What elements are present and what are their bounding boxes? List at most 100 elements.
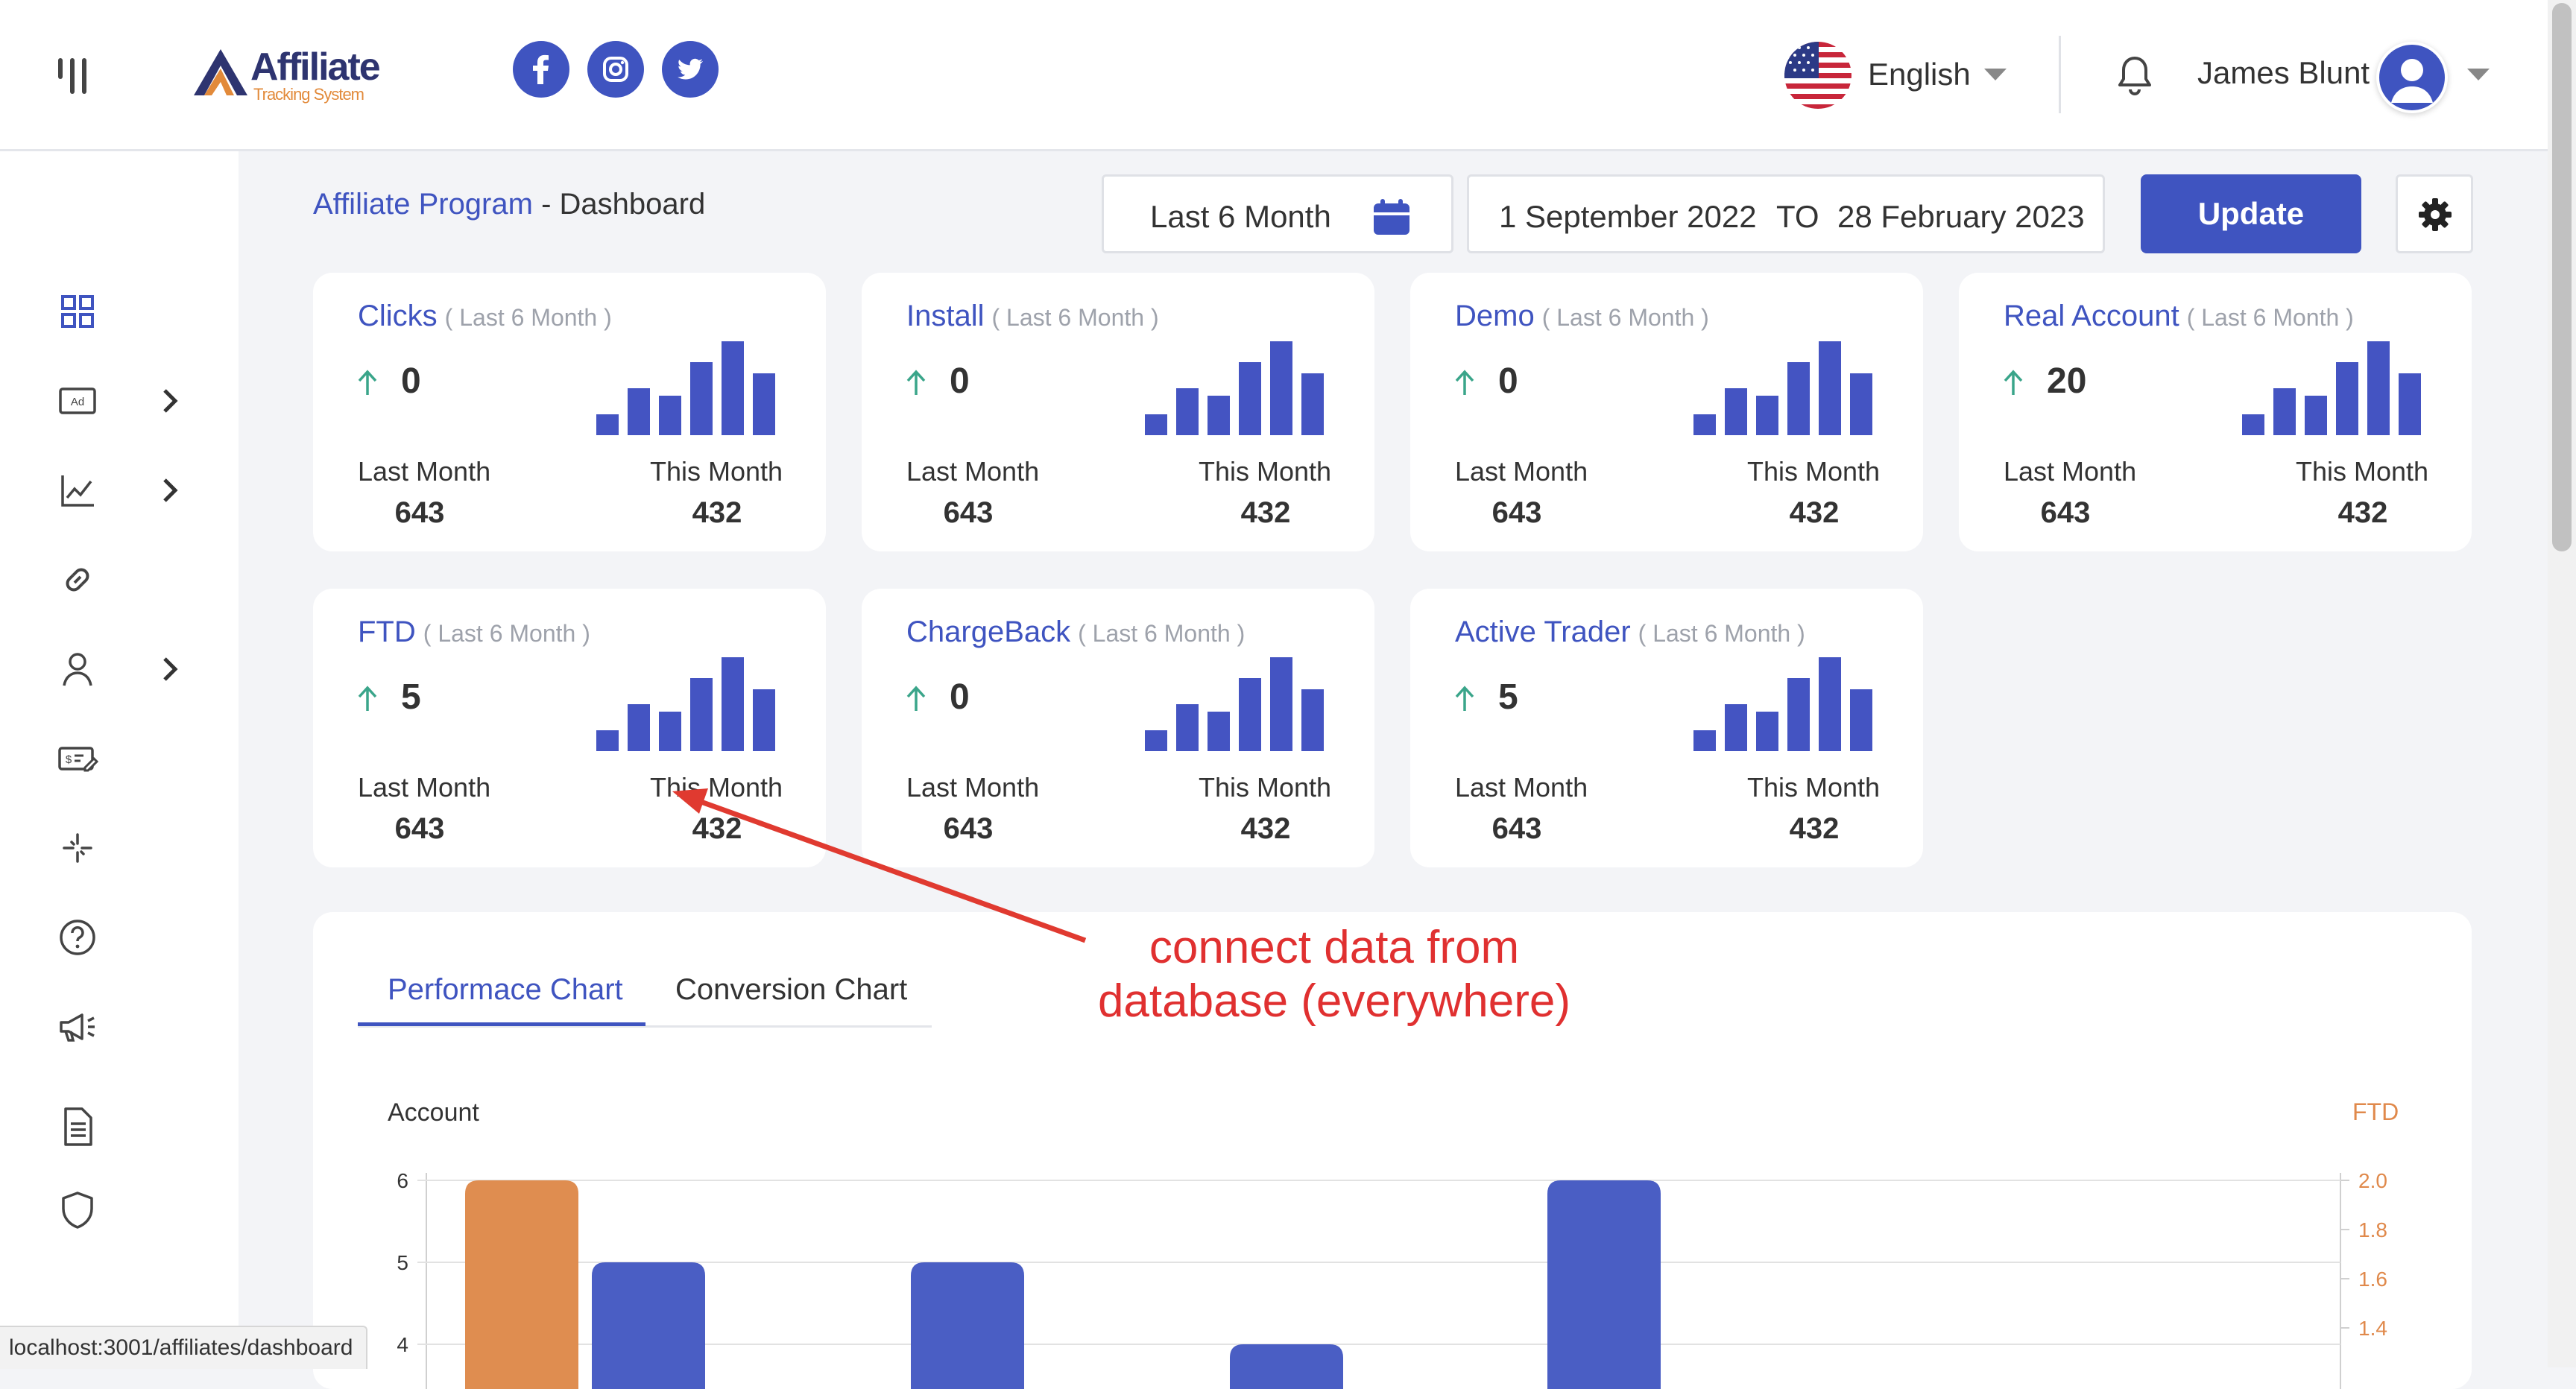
period-label: Last 6 Month (1150, 199, 1331, 234)
sparkline-bar (1787, 362, 1810, 435)
arrow-up-icon (2004, 370, 2023, 395)
sidebar-item-dashboard[interactable] (57, 291, 98, 332)
this-month-label: This Month (650, 456, 783, 487)
account-bar (911, 1262, 1024, 1389)
notification-bell-icon[interactable] (2114, 54, 2156, 98)
sparkline-bar (1301, 689, 1324, 751)
last-month-value: 643 (2040, 496, 2091, 529)
annotation-line-1: connect data from (1149, 922, 1520, 973)
last-month-value: 643 (1491, 496, 1542, 529)
breadcrumb: Affiliate Program - Dashboard (313, 188, 705, 221)
card-title[interactable]: FTD ( Last 6 Month ) (358, 616, 590, 649)
svg-text:Ad: Ad (71, 396, 84, 408)
payment-icon: $ (58, 747, 99, 772)
sidebar-item-documents[interactable] (57, 1106, 98, 1148)
user-name[interactable]: James Blunt (2197, 55, 2370, 91)
last-month-value: 643 (1491, 812, 1542, 845)
user-avatar[interactable] (2376, 42, 2448, 113)
sidebar-item-users[interactable] (57, 648, 98, 690)
last-month-label: Last Month (1455, 456, 1588, 487)
logo-mark-icon (194, 49, 247, 95)
sidebar-item-help[interactable] (57, 917, 98, 958)
sidebar-item-payments[interactable]: $ (57, 738, 99, 779)
card-title[interactable]: Demo( Last 6 Month ) (1455, 300, 1709, 333)
stat-card: Real Account ( Last 6 Month ) 20 Last Month… (1959, 273, 2472, 551)
arrow-up-icon (358, 686, 377, 711)
language-selector[interactable]: English (1784, 42, 2008, 109)
sparkline-bar (1725, 388, 1747, 435)
sparkline-bar (659, 396, 681, 435)
breadcrumb-separator: - (532, 188, 560, 221)
sparkline-bar (1301, 373, 1324, 435)
this-month-label: This Month (2296, 456, 2429, 487)
user-menu-chevron-icon[interactable] (2467, 69, 2490, 80)
card-period: ( Last 6 Month ) (991, 304, 1159, 331)
sparkline-bar (690, 678, 713, 751)
this-month-value: 432 (1240, 812, 1291, 845)
card-title-text: Install (906, 300, 985, 332)
y-tick-label-right: 1.6 (2358, 1268, 2387, 1291)
sparkline-bar (1819, 341, 1841, 435)
sparkline-bar (1693, 414, 1716, 435)
scrollbar-thumb[interactable] (2552, 3, 2572, 551)
date-to-label: TO (1776, 199, 1819, 234)
instagram-link[interactable] (587, 41, 644, 98)
account-bar (1547, 1180, 1661, 1389)
date-range-field[interactable]: 1 September 2022 TO 28 February 2023 (1467, 174, 2105, 253)
card-value: 20 (2047, 361, 2087, 401)
sidebar-item-tools[interactable] (57, 827, 98, 869)
card-period: ( Last 6 Month ) (2186, 304, 2354, 331)
ad-icon: Ad (59, 387, 96, 414)
breadcrumb-current-page: Dashboard (559, 188, 706, 221)
stat-card: FTD ( Last 6 Month ) 5 Last Month This Month… (313, 589, 826, 867)
stat-card: ChargeBack ( Last 6 Month ) 0 Last Month Thi… (862, 589, 1374, 867)
sidebar-item-security[interactable] (57, 1189, 98, 1231)
sparkline-bar (1270, 657, 1292, 751)
stat-card: Demo( Last 6 Month ) 0 Last Month This Mont… (1410, 273, 1923, 551)
sparkline-bar (753, 689, 775, 751)
page-scrollbar[interactable] (2548, 0, 2576, 1367)
card-title[interactable]: ChargeBack ( Last 6 Month ) (906, 616, 1245, 649)
sidebar-item-campaigns[interactable] (57, 1006, 98, 1048)
chevron-right-icon[interactable] (158, 475, 182, 505)
card-title[interactable]: Real Account ( Last 6 Month ) (2004, 300, 2354, 333)
card-period: ( Last 6 Month ) (423, 620, 590, 647)
twitter-link[interactable] (662, 41, 719, 98)
this-month-label: This Month (1199, 772, 1332, 803)
card-title[interactable]: Install( Last 6 Month ) (906, 300, 1159, 333)
update-button[interactable]: Update (2141, 174, 2361, 253)
sparkline-bar (1208, 396, 1230, 435)
calendar-icon (1374, 199, 1409, 235)
shield-icon (62, 1192, 93, 1229)
sparkline-bar (1176, 388, 1199, 435)
sparkline-bar (1787, 678, 1810, 751)
card-title[interactable]: Active Trader ( Last 6 Month ) (1455, 616, 1805, 649)
sparkline-bar (1756, 712, 1778, 751)
card-value: 0 (950, 677, 970, 717)
stat-card: Clicks( Last 6 Month ) 0 Last Month This Mo… (313, 273, 826, 551)
sparkline-bar (722, 341, 744, 435)
chevron-right-icon[interactable] (158, 386, 182, 416)
sparkline-bar (1819, 657, 1841, 751)
settings-button[interactable] (2396, 174, 2473, 253)
period-select[interactable]: Last 6 Month (1102, 174, 1453, 253)
gear-icon (2419, 198, 2452, 231)
logo-subtext: Tracking System (253, 85, 364, 104)
last-month-value: 643 (943, 496, 994, 529)
card-title[interactable]: Clicks( Last 6 Month ) (358, 300, 612, 333)
arrow-up-icon (906, 370, 926, 395)
this-month-value: 432 (1789, 496, 1840, 529)
sidebar-item-reports[interactable] (57, 469, 98, 511)
breadcrumb-section-link[interactable]: Affiliate Program (313, 188, 533, 221)
chevron-right-icon[interactable] (158, 654, 182, 684)
sidebar-item-links[interactable] (57, 559, 98, 601)
sidebar-item-ads[interactable]: Ad (57, 380, 98, 422)
card-title-text: Clicks (358, 300, 438, 332)
account-bar (592, 1262, 705, 1389)
us-flag-icon (1784, 42, 1852, 109)
facebook-link[interactable] (513, 41, 569, 98)
app-logo[interactable]: Affiliate Tracking System (191, 43, 381, 104)
card-title-text: Real Account (2004, 300, 2179, 332)
menu-toggle-icon[interactable] (58, 58, 91, 94)
sparkline-bar (628, 388, 650, 435)
